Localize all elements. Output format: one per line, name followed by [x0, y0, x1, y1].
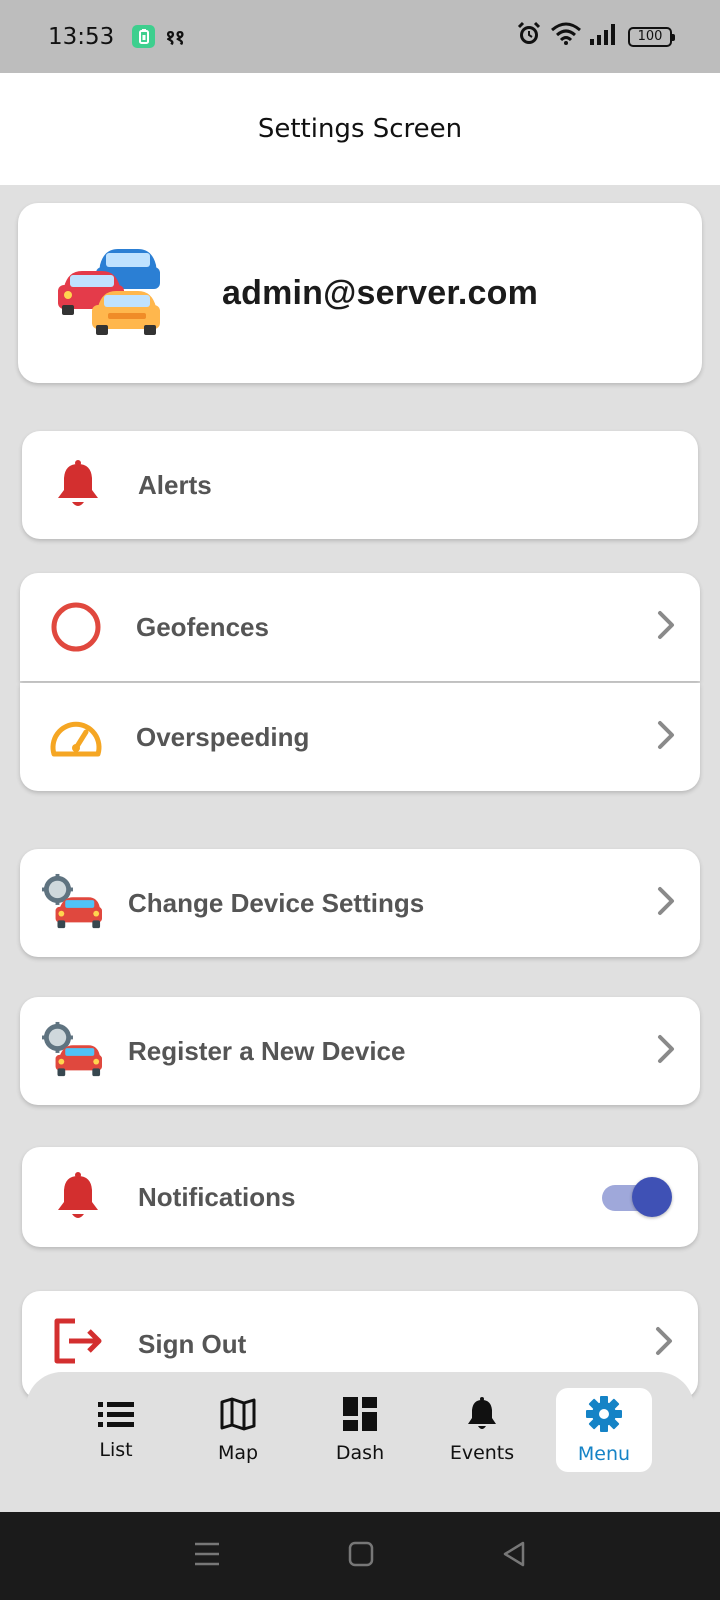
bell-icon	[48, 1172, 108, 1222]
nav-item-menu[interactable]: Menu	[556, 1388, 652, 1472]
nav-label: List	[99, 1438, 133, 1461]
list-icon	[98, 1400, 134, 1433]
chevron-right-icon	[654, 1325, 674, 1362]
cars-icon	[56, 243, 160, 344]
register-device-label: Register a New Device	[128, 1035, 406, 1066]
chevron-right-icon	[656, 609, 676, 646]
sign-out-label: Sign Out	[138, 1329, 247, 1359]
back-icon[interactable]	[501, 1541, 527, 1572]
geofences-label: Geofences	[136, 611, 269, 642]
alerts-label: Alerts	[138, 469, 212, 500]
change-device-settings-label: Change Device Settings	[128, 887, 425, 918]
alarm-icon	[516, 21, 542, 52]
notifications-item: Notifications	[22, 1147, 698, 1247]
page-title: Settings Screen	[257, 114, 463, 144]
app-header: Settings Screen	[0, 73, 720, 185]
nav-item-list[interactable]: List	[68, 1388, 164, 1472]
nav-label: Menu	[577, 1442, 631, 1465]
profile-email: admin@server.com	[222, 273, 539, 312]
battery-icon: 100	[628, 26, 675, 47]
system-nav-bar	[0, 1512, 720, 1600]
status-time: 13:53	[48, 23, 115, 50]
overspeeding-item[interactable]: Overspeeding	[20, 683, 700, 791]
signal-icon	[590, 23, 620, 50]
speedometer-icon	[46, 714, 106, 760]
nav-label: Events	[449, 1441, 515, 1464]
geofences-item[interactable]: Geofences	[20, 573, 700, 681]
recents-icon[interactable]	[193, 1541, 221, 1572]
status-bar: 13:53 ११ 100	[0, 0, 720, 73]
nav-item-map[interactable]: Map	[190, 1388, 286, 1472]
chevron-right-icon	[656, 719, 676, 756]
gear-icon	[586, 1395, 622, 1437]
car-gear-icon	[42, 873, 102, 933]
nav-item-dash[interactable]: Dash	[312, 1388, 408, 1472]
notifications-label: Notifications	[138, 1181, 296, 1212]
bell-icon	[48, 460, 108, 510]
chevron-right-icon	[656, 885, 676, 922]
status-extra-indicator: ११	[165, 27, 185, 49]
car-gear-icon	[42, 1021, 102, 1081]
wifi-icon	[550, 22, 582, 51]
toggle-knob	[632, 1177, 672, 1217]
dashboard-icon	[343, 1396, 377, 1436]
logout-icon	[48, 1317, 108, 1365]
profile-card: admin@server.com	[18, 203, 702, 383]
nav-item-events[interactable]: Events	[434, 1388, 530, 1472]
overspeeding-label: Overspeeding	[136, 721, 310, 752]
notifications-toggle[interactable]	[600, 1177, 672, 1217]
alerts-item[interactable]: Alerts	[22, 431, 698, 539]
bell-icon	[466, 1396, 498, 1436]
map-icon	[220, 1397, 256, 1436]
bottom-nav: List Map Dash Events Menu	[26, 1372, 694, 1512]
change-device-settings-item[interactable]: Change Device Settings	[20, 849, 700, 957]
nav-label: Map	[217, 1441, 259, 1464]
register-device-item[interactable]: Register a New Device	[20, 997, 700, 1105]
nav-label: Dash	[335, 1441, 385, 1464]
chevron-right-icon	[656, 1033, 676, 1070]
battery-saver-icon	[132, 25, 156, 48]
home-icon[interactable]	[348, 1541, 374, 1572]
circle-icon	[46, 601, 106, 653]
